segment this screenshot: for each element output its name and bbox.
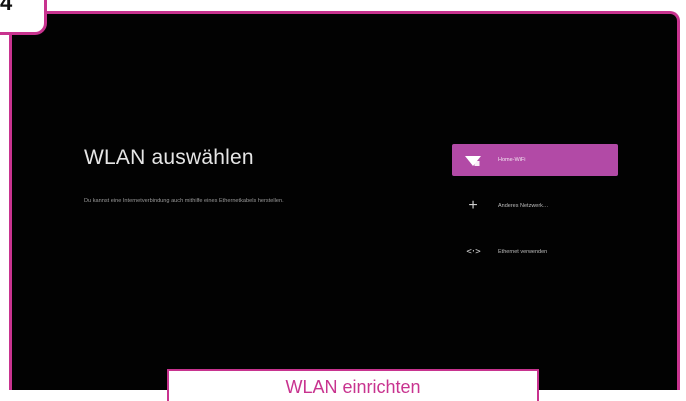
step-badge: 4 xyxy=(0,0,47,35)
plus-icon: + xyxy=(468,197,478,214)
tv-screen-frame: WLAN auswählen Du kannst eine Internetve… xyxy=(9,11,680,390)
network-item-label: Ethernet verwenden xyxy=(498,249,548,255)
ethernet-icon: <·> xyxy=(466,247,480,257)
network-item-label: Anderes Netzwerk… xyxy=(498,203,549,209)
network-list: Home-WiFi + Anderes Netzwerk… <·> Ethern… xyxy=(452,144,618,282)
network-item-other[interactable]: + Anderes Netzwerk… xyxy=(452,190,618,222)
network-item-ethernet[interactable]: <·> Ethernet verwenden xyxy=(452,236,618,268)
step-number: 4 xyxy=(0,0,13,15)
wifi-icon xyxy=(460,154,486,166)
page-title: WLAN auswählen xyxy=(84,146,254,169)
caption-text: WLAN einrichten xyxy=(285,377,421,397)
page-subtitle: Du kannst eine Internetverbindung auch m… xyxy=(84,198,284,204)
network-item-home-wifi[interactable]: Home-WiFi xyxy=(452,144,618,176)
caption-box: WLAN einrichten xyxy=(167,369,539,401)
network-item-label: Home-WiFi xyxy=(498,157,526,163)
